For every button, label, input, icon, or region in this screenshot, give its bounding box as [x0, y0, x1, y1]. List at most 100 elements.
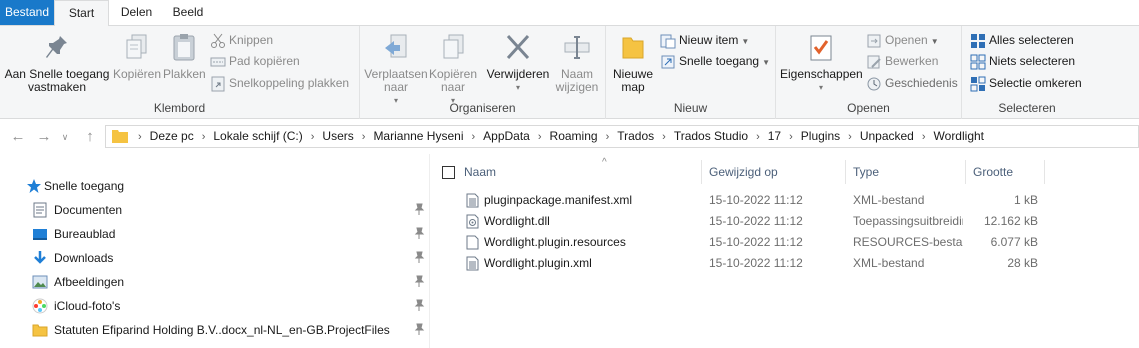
back-button[interactable]: ←	[8, 128, 28, 146]
select-none-button[interactable]: Niets selecteren	[970, 52, 1075, 72]
pin-icon[interactable]	[413, 323, 425, 337]
file-row[interactable]: Wordlight.plugin.resources 15-10-2022 11:…	[430, 232, 1139, 253]
nav-item-label: Bureaublad	[54, 227, 116, 241]
chevron-right-icon[interactable]: ›	[789, 131, 793, 143]
copy-to-button[interactable]: Kopiëren naar ▾	[428, 32, 478, 107]
up-button[interactable]: ↑	[80, 128, 100, 146]
column-name[interactable]: Naam ^	[464, 157, 704, 182]
select-group-label: Selecteren	[998, 101, 1056, 115]
tab-file[interactable]: Bestand	[0, 0, 54, 25]
breadcrumb-item[interactable]: Roaming	[550, 129, 598, 143]
history-button[interactable]: Geschiedenis	[866, 74, 958, 94]
chevron-down-icon: ▾	[515, 83, 520, 92]
column-divider[interactable]	[965, 160, 966, 184]
file-modified: 15-10-2022 11:12	[709, 214, 803, 228]
file-modified: 15-10-2022 11:12	[709, 256, 803, 270]
file-icon	[466, 235, 479, 250]
tab-view[interactable]: Beeld	[164, 0, 212, 25]
copy-to-label: Kopiëren	[428, 67, 478, 81]
tab-share[interactable]: Delen	[109, 0, 164, 25]
copy-path-button[interactable]: Pad kopiëren	[210, 52, 300, 72]
arrow-left-icon: ←	[10, 128, 26, 145]
pin-icon[interactable]	[413, 275, 425, 289]
pin-quick-access-button[interactable]: Aan Snelle toegang vastmaken	[4, 32, 110, 94]
recent-locations-button[interactable]: ∨	[58, 128, 72, 146]
column-type[interactable]: Type	[853, 162, 963, 182]
breadcrumb-item[interactable]: Users	[322, 129, 353, 143]
column-divider[interactable]	[701, 160, 702, 184]
breadcrumb-item[interactable]: Deze pc	[150, 129, 194, 143]
open-button[interactable]: Openen ▼	[866, 31, 939, 51]
breadcrumb-item[interactable]: AppData	[483, 129, 530, 143]
breadcrumb-item[interactable]: Trados	[617, 129, 654, 143]
chevron-right-icon[interactable]: ›	[606, 131, 610, 143]
arrow-right-icon: →	[36, 128, 52, 145]
pin-icon[interactable]	[413, 227, 425, 241]
pin-icon[interactable]	[413, 251, 425, 265]
select-all-icon	[971, 33, 985, 48]
breadcrumb-item[interactable]: Trados Studio	[674, 129, 748, 143]
chevron-right-icon[interactable]: ›	[202, 131, 206, 143]
file-row[interactable]: Wordlight.dll 15-10-2022 11:12 Toepassings…	[430, 211, 1139, 232]
chevron-right-icon[interactable]: ›	[538, 131, 542, 143]
pin-icon[interactable]	[413, 299, 425, 313]
move-to-button[interactable]: Verplaatsen naar ▾	[364, 32, 428, 107]
forward-button[interactable]: →	[34, 128, 54, 146]
breadcrumb-item[interactable]: Plugins	[801, 129, 840, 143]
move-to-icon	[385, 34, 407, 58]
nav-item-label: iCloud-foto's	[54, 299, 121, 313]
file-row[interactable]: pluginpackage.manifest.xml 15-10-2022 11:…	[430, 190, 1139, 211]
new-item-icon	[660, 34, 676, 49]
breadcrumb-item[interactable]: 17	[768, 129, 781, 143]
nav-item-label: Documenten	[54, 203, 123, 217]
file-size: 6.077 kB	[990, 235, 1038, 249]
new-folder-button[interactable]: Nieuwe map	[610, 32, 656, 94]
column-divider[interactable]	[1044, 160, 1045, 184]
rename-button[interactable]: Naam wijzigen	[552, 32, 602, 94]
invert-selection-button[interactable]: Selectie omkeren	[970, 74, 1082, 94]
pin-quick-access-label-2: vastmaken	[27, 80, 87, 94]
breadcrumb-item[interactable]: Wordlight	[934, 129, 984, 143]
column-divider[interactable]	[845, 160, 846, 184]
chevron-right-icon[interactable]: ›	[848, 131, 852, 143]
chevron-right-icon[interactable]: ›	[138, 131, 142, 143]
address-bar[interactable]: › Deze pc › Lokale schijf (C:) › Users › Marian…	[105, 125, 1139, 148]
chevron-right-icon[interactable]: ›	[362, 131, 366, 143]
file-row[interactable]: Wordlight.plugin.xml 15-10-2022 11:12 XML-…	[430, 253, 1139, 274]
select-all-checkbox[interactable]	[442, 166, 455, 179]
cut-button[interactable]: Knippen	[210, 31, 273, 51]
breadcrumb-item[interactable]: Marianne Hyseni	[373, 129, 463, 143]
group-new: Nieuwe map Nieuw item ▼ Snelle toegang ▼ N…	[606, 26, 776, 119]
open-group-label: Openen	[847, 101, 890, 115]
paste-shortcut-button[interactable]: Snelkoppeling plakken	[210, 74, 349, 94]
breadcrumb-item[interactable]: Lokale schijf (C:)	[213, 129, 302, 143]
new-item-button[interactable]: Nieuw item ▼	[660, 31, 749, 51]
tab-start[interactable]: Start	[54, 0, 109, 26]
organize-group-label: Organiseren	[449, 101, 516, 115]
chevron-right-icon[interactable]: ›	[311, 131, 315, 143]
select-all-button[interactable]: Alles selecteren	[970, 31, 1074, 51]
properties-button[interactable]: Eigenschappen ▾	[780, 32, 863, 94]
column-size[interactable]: Grootte	[973, 162, 1043, 182]
delete-button[interactable]: Verwijderen ▾	[486, 32, 550, 94]
chevron-down-icon: ∨	[61, 132, 69, 142]
chevron-right-icon[interactable]: ›	[471, 131, 475, 143]
chevron-down-icon: ▼	[762, 58, 770, 67]
chevron-right-icon[interactable]: ›	[756, 131, 760, 143]
chevron-right-icon[interactable]: ›	[662, 131, 666, 143]
column-modified[interactable]: Gewijzigd op	[709, 162, 847, 182]
copy-button[interactable]: Kopiëren	[112, 32, 162, 81]
breadcrumb-item[interactable]: Unpacked	[860, 129, 914, 143]
documents-icon	[33, 202, 47, 218]
easy-access-button[interactable]: Snelle toegang ▼	[660, 52, 770, 72]
edit-label: Bewerken	[885, 54, 939, 68]
copy-label: Kopiëren	[112, 67, 162, 81]
chevron-right-icon[interactable]: ›	[922, 131, 926, 143]
star-icon	[27, 179, 41, 193]
edit-button[interactable]: Bewerken	[866, 52, 938, 72]
address-row: ← → ∨ ↑ › Deze pc › Lokale schijf (C:) › User…	[0, 119, 1139, 154]
move-to-label: Verplaatsen	[364, 67, 428, 81]
pin-icon[interactable]	[413, 203, 425, 217]
pictures-icon	[32, 275, 48, 289]
paste-button[interactable]: Plakken	[163, 32, 206, 81]
